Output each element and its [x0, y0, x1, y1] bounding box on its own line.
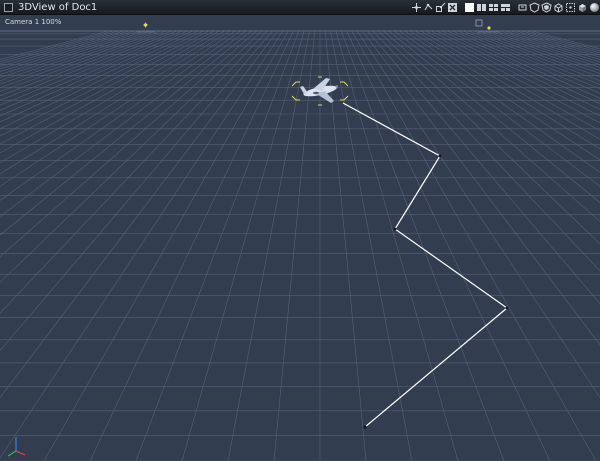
view-toolbar: [411, 0, 600, 15]
grid-line: [0, 30, 124, 67]
two-views-icon[interactable]: [476, 2, 487, 13]
three-views-icon[interactable]: [500, 2, 511, 13]
grid-line: [0, 30, 278, 399]
path-keyframe[interactable]: [363, 425, 367, 429]
scale-object-icon[interactable]: [435, 2, 446, 13]
grid-line: [462, 30, 600, 85]
grid-line: [489, 30, 600, 68]
grid-line: [0, 30, 246, 217]
camera-label: Camera 1 100%: [5, 18, 62, 26]
path-keyframe[interactable]: [438, 154, 442, 158]
grid-line: [0, 30, 151, 81]
grid-line: [89, 30, 294, 461]
grid-line: [0, 30, 188, 111]
grid-line: [0, 30, 114, 63]
grid-line: [500, 30, 600, 63]
path-keyframe[interactable]: [505, 306, 509, 310]
bounding-box-icon[interactable]: [565, 2, 576, 13]
grid-line: [0, 30, 220, 154]
smooth-sphere-icon[interactable]: [589, 2, 600, 13]
grid-line: [325, 30, 367, 461]
grid-line: [510, 30, 600, 58]
grid-line: [0, 30, 130, 70]
perspective-scene[interactable]: [0, 15, 600, 461]
grid-line: [0, 30, 167, 92]
grid-line: [356, 30, 600, 399]
axis-gizmo-icon: [7, 437, 26, 457]
grid-line: [447, 30, 600, 99]
shaded-shield-icon[interactable]: [541, 2, 552, 13]
grid-line: [425, 30, 600, 124]
flat-cube-icon[interactable]: [577, 2, 588, 13]
grid-line: [0, 30, 146, 78]
grid-line: [0, 30, 204, 130]
grid-line: [0, 30, 178, 101]
grid-line: [521, 30, 600, 54]
ground-grid: [0, 30, 600, 461]
grid-line: [383, 30, 600, 222]
close-box-icon[interactable]: [4, 2, 13, 12]
grid-line: [0, 30, 262, 283]
rotate-object-icon[interactable]: [423, 2, 434, 13]
grid-line: [0, 30, 225, 164]
grid-line: [0, 30, 209, 137]
flight-path[interactable]: [342, 102, 508, 428]
grid-line: [0, 30, 268, 314]
title-bar[interactable]: 3DView of Doc1: [0, 0, 600, 15]
wireframe-shield-icon[interactable]: [529, 2, 540, 13]
grid-line: [372, 30, 600, 272]
four-views-icon[interactable]: [488, 2, 499, 13]
light-left-icon[interactable]: [136, 22, 155, 33]
grid-line: [0, 30, 199, 123]
grid-line: [394, 30, 600, 187]
grid-line: [420, 30, 600, 132]
grid-line: [0, 30, 140, 75]
delete-icon[interactable]: [447, 2, 458, 13]
grid-line: [362, 30, 600, 346]
grid-line: [494, 30, 600, 65]
grid-line: [346, 30, 551, 461]
grid-line: [526, 30, 600, 52]
airplane-model[interactable]: [300, 78, 338, 103]
window-title: 3DView of Doc1: [18, 1, 98, 13]
grid-line: [531, 30, 600, 50]
3d-view-window: 3DView of Doc1 Camera 1 100%: [0, 0, 600, 461]
grid-line: [457, 30, 600, 90]
grid-line: [516, 30, 600, 56]
grid-line: [0, 30, 183, 106]
grid-line: [415, 30, 600, 140]
grid-line: [0, 30, 257, 258]
grid-line: [436, 30, 600, 110]
single-view-icon[interactable]: [464, 2, 475, 13]
grid-line: [0, 30, 172, 97]
move-object-icon[interactable]: [411, 2, 422, 13]
render-preview-icon[interactable]: [517, 2, 528, 13]
path-keyframe[interactable]: [393, 227, 397, 231]
grid-line: [335, 30, 459, 461]
box-icon[interactable]: [553, 2, 564, 13]
grid-line: [367, 30, 600, 305]
grid-line: [0, 30, 215, 145]
grid-line: [0, 30, 119, 65]
grid-line: [452, 30, 600, 94]
grid-line: [181, 30, 305, 461]
grid-line: [0, 30, 193, 117]
grid-line: [388, 30, 600, 203]
grid-line: [468, 30, 600, 81]
light-right-icon[interactable]: [475, 19, 500, 33]
3d-viewport[interactable]: Camera 1 100%: [0, 15, 600, 461]
